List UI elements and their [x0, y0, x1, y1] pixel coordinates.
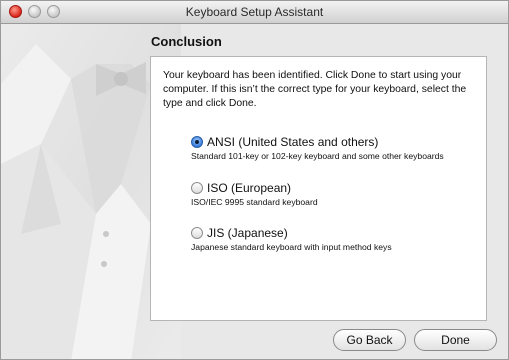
- option-ansi[interactable]: ANSI (United States and others) Standard…: [191, 135, 481, 162]
- keyboard-setup-window: Keyboard Setup Assistant Conclusion Your…: [0, 0, 509, 360]
- option-desc-jis: Japanese standard keyboard with input me…: [191, 242, 392, 252]
- option-label-jis: JIS (Japanese): [207, 226, 288, 240]
- radio-jis[interactable]: [191, 227, 203, 239]
- content-panel: Your keyboard has been identified. Click…: [150, 56, 487, 321]
- window-title: Keyboard Setup Assistant: [185, 5, 324, 19]
- go-back-button[interactable]: Go Back: [333, 329, 406, 351]
- close-window-button[interactable]: [9, 5, 22, 18]
- option-desc-iso: ISO/IEC 9995 standard keyboard: [191, 197, 318, 207]
- title-bar: Keyboard Setup Assistant: [1, 1, 508, 24]
- radio-selected-indicator: [195, 140, 199, 144]
- zoom-window-button[interactable]: [47, 5, 60, 18]
- intro-text: Your keyboard has been identified. Click…: [163, 70, 467, 109]
- option-label-iso: ISO (European): [207, 181, 292, 195]
- radio-ansi[interactable]: [191, 136, 203, 148]
- minimize-window-button[interactable]: [28, 5, 41, 18]
- option-iso[interactable]: ISO (European) ISO/IEC 9995 standard key…: [191, 181, 481, 208]
- radio-iso[interactable]: [191, 182, 203, 194]
- option-label-ansi: ANSI (United States and others): [207, 135, 379, 149]
- section-title: Conclusion: [151, 34, 222, 49]
- option-desc-ansi: Standard 101-key or 102-key keyboard and…: [191, 151, 444, 161]
- option-jis[interactable]: JIS (Japanese) Japanese standard keyboar…: [191, 226, 481, 253]
- done-button[interactable]: Done: [414, 329, 497, 351]
